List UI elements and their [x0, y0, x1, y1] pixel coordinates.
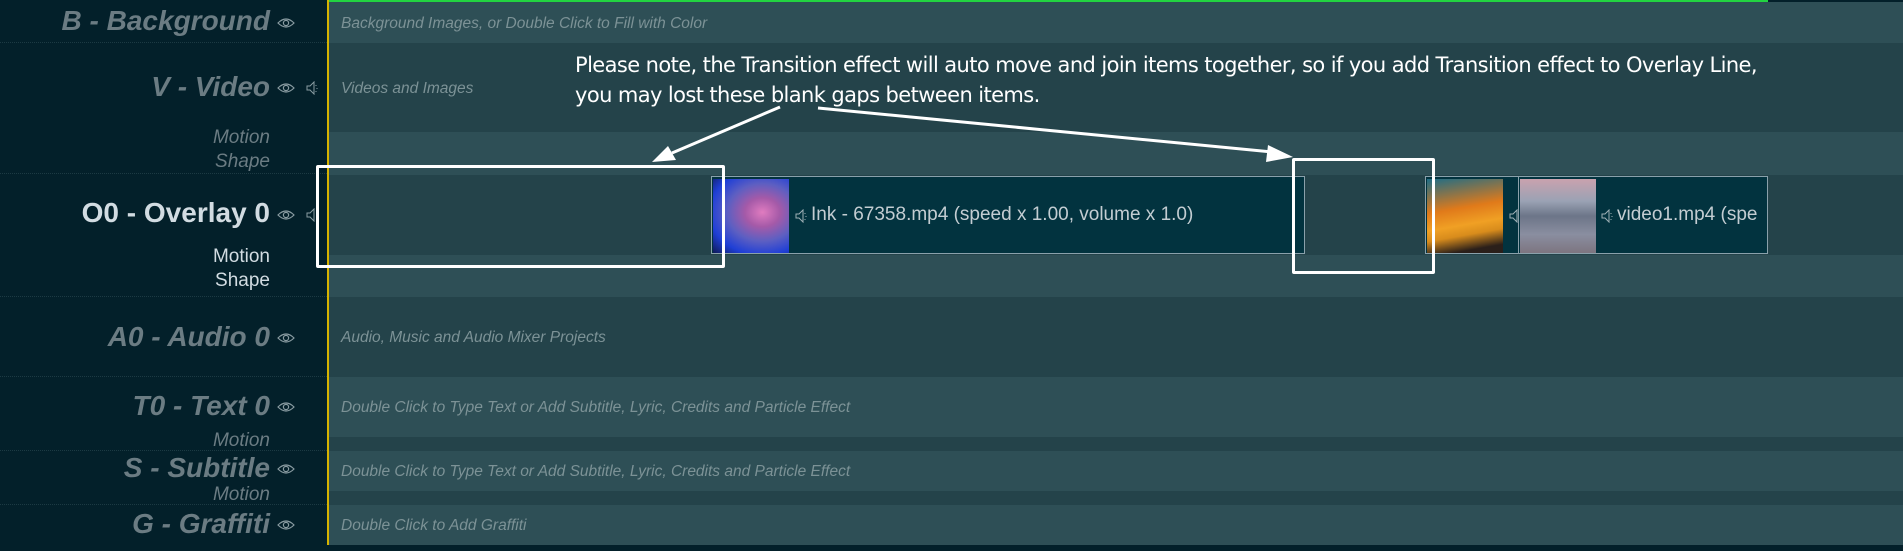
arrow-to-gap-2 [817, 106, 1293, 162]
annotation-arrows [652, 105, 1293, 162]
arrow-to-gap-1 [652, 105, 781, 162]
